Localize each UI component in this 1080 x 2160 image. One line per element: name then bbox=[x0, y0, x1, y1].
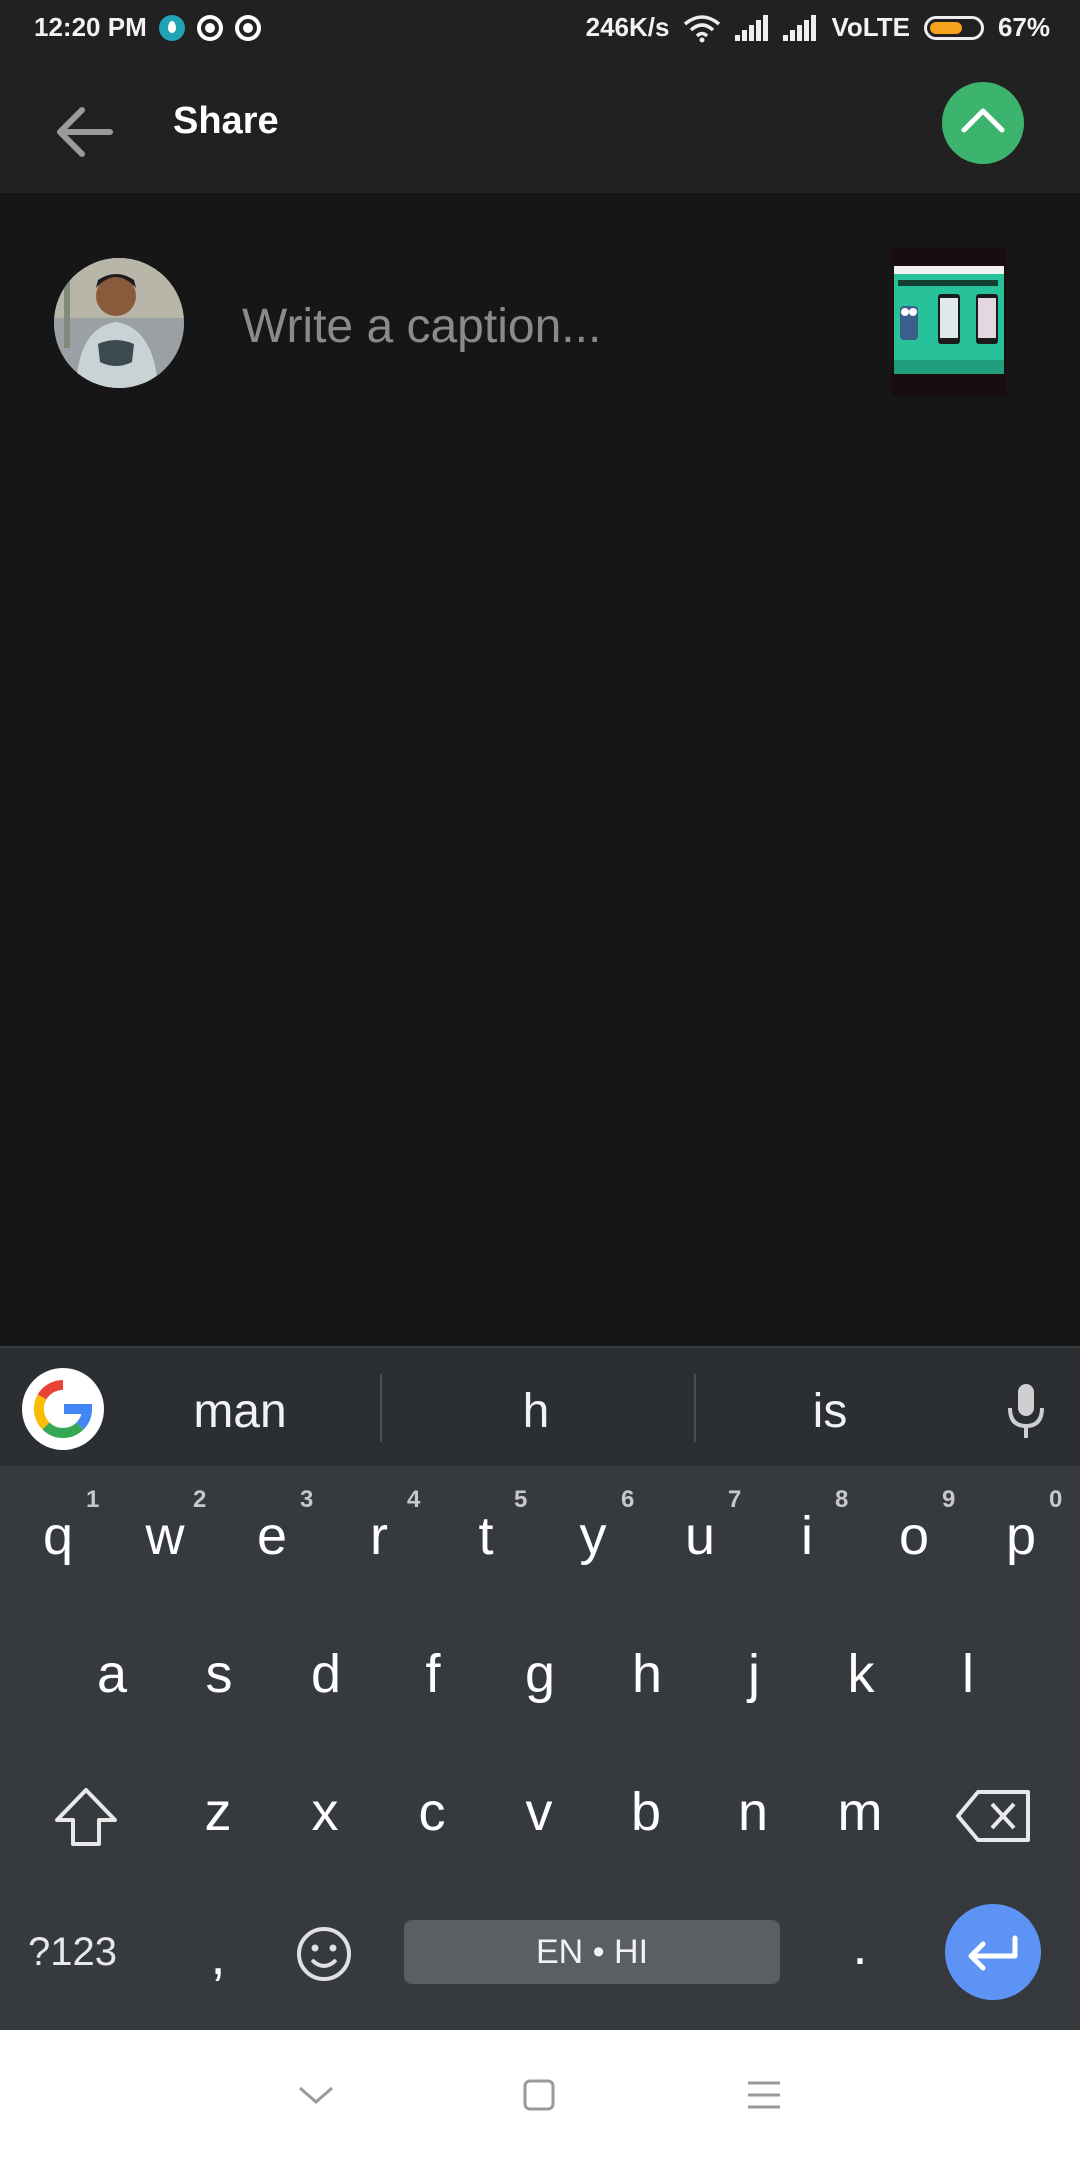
enter-arrow-icon bbox=[968, 1935, 1018, 1971]
battery-icon bbox=[923, 15, 984, 40]
keyboard-suggestion-bar: man h is bbox=[0, 1346, 1080, 1468]
suggestion-1[interactable]: man bbox=[90, 1384, 390, 1439]
key-l[interactable]: l bbox=[918, 1624, 1018, 1724]
suggestion-divider bbox=[380, 1374, 382, 1442]
key-hint-2: 2 bbox=[193, 1486, 207, 1513]
key-hint-6: 6 bbox=[621, 1486, 635, 1513]
signal-icon bbox=[783, 14, 817, 41]
key-v[interactable]: v bbox=[489, 1762, 589, 1862]
backspace-key[interactable] bbox=[944, 1766, 1044, 1866]
emoji-icon bbox=[297, 1927, 351, 1981]
key-d[interactable]: d bbox=[276, 1624, 376, 1724]
battery-level bbox=[929, 21, 962, 34]
key-k[interactable]: k bbox=[811, 1624, 911, 1724]
microphone-icon bbox=[1008, 1384, 1044, 1438]
space-key[interactable]: EN • HI bbox=[404, 1920, 780, 1984]
suggestion-2[interactable]: h bbox=[386, 1384, 686, 1439]
whatsapp-icon bbox=[234, 14, 261, 41]
symbols-key[interactable]: ?123 bbox=[28, 1920, 117, 1984]
key-s[interactable]: s bbox=[169, 1624, 269, 1724]
key-z[interactable]: z bbox=[168, 1762, 268, 1862]
status-time: 12:20 PM bbox=[34, 12, 147, 42]
key-j[interactable]: j bbox=[704, 1624, 804, 1724]
enter-key[interactable] bbox=[945, 1904, 1041, 2000]
key-hint-3: 3 bbox=[300, 1486, 314, 1513]
key-hint-4: 4 bbox=[407, 1486, 421, 1513]
key-hint-7: 7 bbox=[728, 1486, 742, 1513]
key-c[interactable]: c bbox=[382, 1762, 482, 1862]
shared-image-thumbnail bbox=[892, 248, 1006, 396]
key-hint-8: 8 bbox=[835, 1486, 849, 1513]
wifi-icon bbox=[684, 14, 721, 42]
keyboard: ?123 , EN • HI . q1w2e3r4t5y6u7i8o9p0asd… bbox=[0, 1466, 1080, 2030]
period-key[interactable]: . bbox=[810, 1896, 910, 1996]
voice-input-button[interactable] bbox=[1006, 1382, 1046, 1440]
arrow-left-icon bbox=[57, 107, 113, 157]
key-hint-0: 0 bbox=[1049, 1486, 1063, 1513]
comma-key[interactable]: , bbox=[168, 1906, 268, 2006]
key-hint-5: 5 bbox=[514, 1486, 528, 1513]
key-f[interactable]: f bbox=[383, 1624, 483, 1724]
shift-icon bbox=[55, 1788, 117, 1846]
back-button[interactable] bbox=[48, 92, 128, 172]
page-title: Share bbox=[173, 100, 279, 142]
network-type: VoLTE bbox=[831, 12, 910, 42]
suggestion-3[interactable]: is bbox=[680, 1384, 980, 1439]
key-hint-9: 9 bbox=[942, 1486, 956, 1513]
network-speed: 246K/s bbox=[585, 12, 670, 42]
key-hint-1: 1 bbox=[86, 1486, 100, 1513]
key-n[interactable]: n bbox=[703, 1762, 803, 1862]
chevron-down-icon[interactable] bbox=[296, 2080, 336, 2110]
emoji-key[interactable] bbox=[274, 1904, 374, 2004]
key-a[interactable]: a bbox=[62, 1624, 162, 1724]
battery-percent: 67% bbox=[997, 12, 1050, 42]
status-bar: 12:20 PM 246K/s VoLTE 67% bbox=[0, 0, 1080, 58]
chevron-up-icon bbox=[961, 108, 1005, 133]
key-h[interactable]: h bbox=[597, 1624, 697, 1724]
system-nav-bar bbox=[0, 2030, 1080, 2160]
whatsapp-icon bbox=[196, 14, 223, 41]
key-g[interactable]: g bbox=[490, 1624, 590, 1724]
home-square-icon[interactable] bbox=[522, 2078, 556, 2112]
water-drop-icon bbox=[158, 14, 185, 41]
signal-icon bbox=[735, 14, 769, 41]
share-submit-button[interactable] bbox=[942, 82, 1024, 164]
menu-icon[interactable] bbox=[746, 2080, 782, 2110]
key-b[interactable]: b bbox=[596, 1762, 696, 1862]
caption-input[interactable] bbox=[240, 290, 864, 362]
avatar bbox=[54, 258, 184, 388]
backspace-icon bbox=[956, 1790, 1030, 1842]
shift-key[interactable] bbox=[36, 1766, 136, 1866]
app-bar: Share bbox=[0, 58, 1080, 193]
key-m[interactable]: m bbox=[810, 1762, 910, 1862]
key-x[interactable]: x bbox=[275, 1762, 375, 1862]
